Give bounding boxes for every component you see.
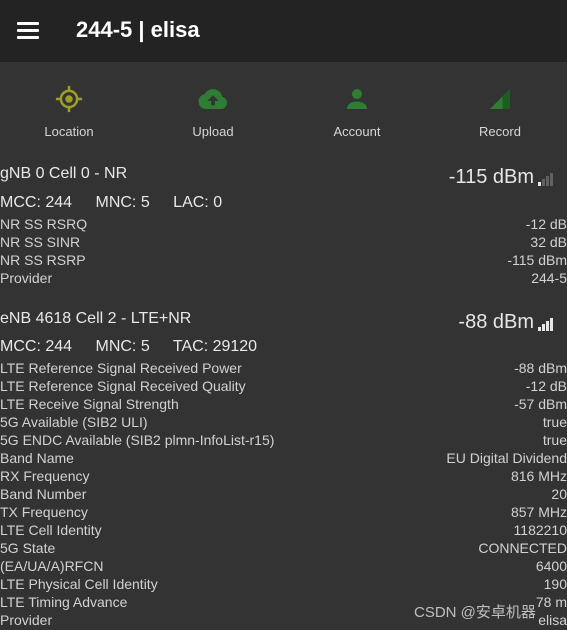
info-row: NR SS SINR 32 dB bbox=[0, 234, 567, 252]
row-key: LTE Timing Advance bbox=[0, 594, 128, 610]
row-key: Provider bbox=[0, 270, 53, 286]
row-key: RX Frequency bbox=[0, 468, 90, 484]
row-key: 5G Available (SIB2 ULI) bbox=[0, 414, 148, 430]
signal-strength: -115 dBm bbox=[449, 166, 553, 189]
info-row: Band Number 20 bbox=[0, 486, 567, 504]
row-value: 6400 bbox=[535, 558, 567, 574]
cloud-upload-icon bbox=[198, 89, 228, 109]
row-value: 78 m bbox=[535, 594, 567, 610]
row-key: LTE Physical Cell Identity bbox=[0, 576, 158, 592]
row-value: 32 dB bbox=[530, 234, 567, 250]
cell-identifiers: MCC: 244 MNC: 5 TAC: 29120 bbox=[0, 338, 276, 356]
info-row: Band Name EU Digital Dividend bbox=[0, 450, 567, 468]
row-key: 5G ENDC Available (SIB2 plmn-InfoList-r1… bbox=[0, 432, 275, 448]
row-value: 244-5 bbox=[531, 270, 567, 286]
row-key: NR SS RSRQ bbox=[0, 216, 88, 232]
info-row: LTE Cell Identity 1182210 bbox=[0, 522, 567, 540]
cell-header: eNB 4618 Cell 2 - LTE+NR bbox=[0, 310, 192, 327]
row-key: (EA/UA/A)RFCN bbox=[0, 558, 104, 574]
account-label: Account bbox=[333, 124, 381, 139]
record-label: Record bbox=[479, 124, 521, 139]
row-value: -12 dB bbox=[525, 216, 567, 232]
lac-value: LAC: 0 bbox=[173, 194, 223, 211]
info-row: NR SS RSRP -115 dBm bbox=[0, 252, 567, 270]
row-value: CONNECTED bbox=[478, 540, 567, 556]
row-value: elisa bbox=[538, 612, 567, 628]
upload-button[interactable]: Upload bbox=[158, 84, 268, 154]
row-value: -12 dB bbox=[525, 378, 567, 394]
row-key: LTE Cell Identity bbox=[0, 522, 102, 538]
account-button[interactable]: Account bbox=[302, 84, 412, 154]
location-crosshair-icon bbox=[55, 85, 83, 113]
info-row: (EA/UA/A)RFCN 6400 bbox=[0, 558, 567, 576]
row-value: 1182210 bbox=[513, 522, 567, 538]
cell-identifiers: MCC: 244 MNC: 5 LAC: 0 bbox=[0, 194, 241, 212]
row-value: 816 MHz bbox=[510, 468, 567, 484]
signal-dbm: -115 dBm bbox=[448, 166, 534, 188]
mnc-value: MNC: 5 bbox=[95, 194, 150, 211]
info-row: NR SS RSRQ -12 dB bbox=[0, 216, 567, 234]
row-value: 20 bbox=[551, 486, 567, 502]
info-row: 5G Available (SIB2 ULI) true bbox=[0, 414, 567, 432]
signal-dbm: -88 dBm bbox=[458, 311, 534, 333]
tac-value: TAC: 29120 bbox=[172, 338, 258, 355]
row-key: LTE Reference Signal Received Quality bbox=[0, 378, 246, 394]
cell-header: gNB 0 Cell 0 - NR bbox=[0, 165, 128, 182]
info-row: Provider 244-5 bbox=[0, 270, 567, 288]
info-row: 5G ENDC Available (SIB2 plmn-InfoList-r1… bbox=[0, 432, 567, 450]
row-key: TX Frequency bbox=[0, 504, 88, 520]
row-value: -115 dBm bbox=[507, 252, 567, 268]
row-key: NR SS SINR bbox=[0, 234, 81, 250]
app-bar: 244-5 | elisa bbox=[0, 0, 567, 62]
location-button[interactable]: Location bbox=[14, 84, 124, 154]
row-value: true bbox=[542, 432, 567, 448]
row-value: -88 dBm bbox=[514, 360, 567, 376]
row-value: 190 bbox=[543, 576, 567, 592]
menu-icon[interactable] bbox=[17, 22, 39, 39]
action-toolbar: Location Upload Account Record bbox=[0, 62, 567, 154]
row-value: true bbox=[542, 414, 567, 430]
mcc-value: MCC: 244 bbox=[0, 338, 73, 355]
signal-strength: -88 dBm bbox=[458, 311, 553, 334]
row-key: 5G State bbox=[0, 540, 56, 556]
upload-label: Upload bbox=[192, 124, 234, 139]
row-key: NR SS RSRP bbox=[0, 252, 86, 268]
row-value: EU Digital Dividend bbox=[446, 450, 567, 466]
info-row: LTE Reference Signal Received Power -88 d… bbox=[0, 360, 567, 378]
info-row: TX Frequency 857 MHz bbox=[0, 504, 567, 522]
signal-bars-icon bbox=[537, 318, 553, 331]
record-button[interactable]: Record bbox=[445, 84, 555, 154]
info-row: LTE Reference Signal Received Quality -12… bbox=[0, 378, 567, 396]
row-key: Band Number bbox=[0, 486, 87, 502]
mnc-value: MNC: 5 bbox=[95, 338, 150, 355]
page-title: 244-5 | elisa bbox=[76, 17, 200, 42]
signal-bars-icon bbox=[537, 173, 553, 186]
info-row: RX Frequency 816 MHz bbox=[0, 468, 567, 486]
row-key: Band Name bbox=[0, 450, 74, 466]
location-label: Location bbox=[44, 124, 94, 139]
row-key: LTE Receive Signal Strength bbox=[0, 396, 179, 412]
row-key: Provider bbox=[0, 612, 53, 628]
watermark: CSDN @安卓机器 bbox=[414, 604, 536, 621]
account-icon bbox=[347, 89, 367, 109]
info-row: 5G State CONNECTED bbox=[0, 540, 567, 558]
row-value: -57 dBm bbox=[514, 396, 567, 412]
row-key: LTE Reference Signal Received Power bbox=[0, 360, 242, 376]
info-row: LTE Receive Signal Strength -57 dBm bbox=[0, 396, 567, 414]
record-signal-icon bbox=[490, 89, 510, 109]
info-row: LTE Physical Cell Identity 190 bbox=[0, 576, 567, 594]
row-value: 857 MHz bbox=[510, 504, 567, 520]
mcc-value: MCC: 244 bbox=[0, 194, 73, 211]
